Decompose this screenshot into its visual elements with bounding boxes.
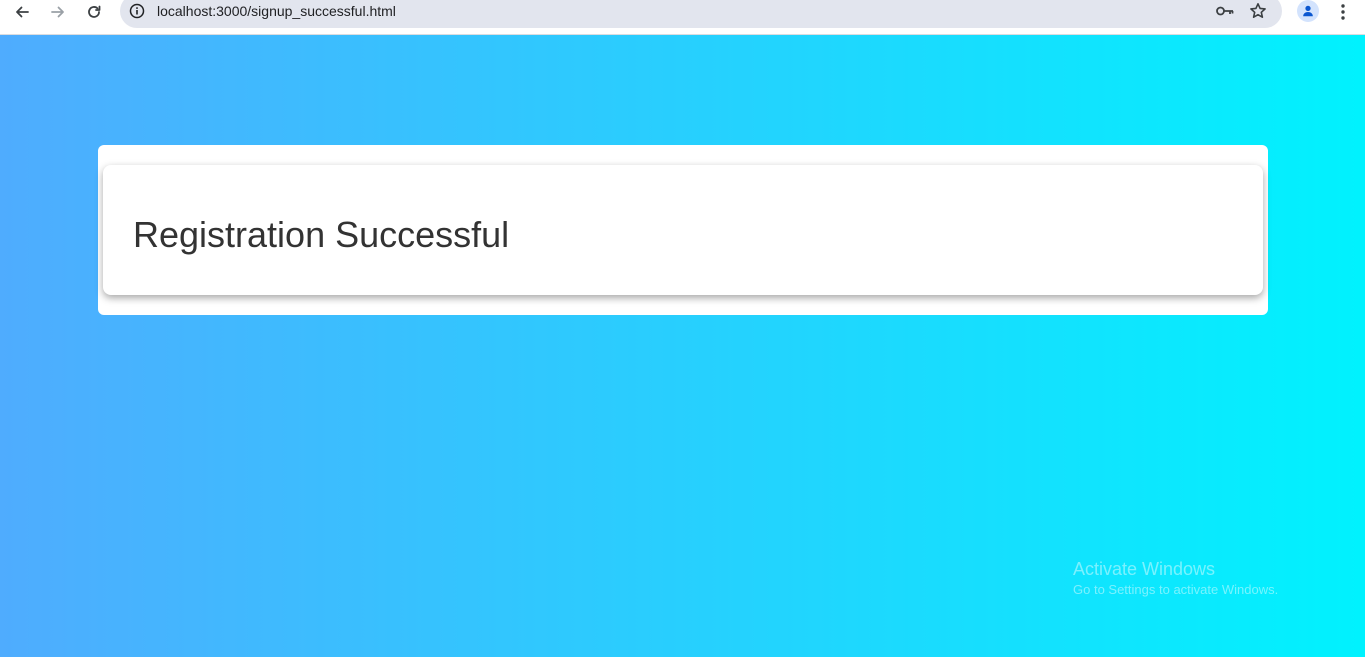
key-icon[interactable] — [1215, 3, 1235, 19]
page-title: Registration Successful — [133, 214, 510, 255]
arrow-right-icon — [51, 6, 64, 18]
windows-activation-watermark: Activate Windows Go to Settings to activ… — [1073, 558, 1278, 599]
profile-button[interactable] — [1297, 0, 1319, 22]
outer-card: Registration Successful — [98, 145, 1268, 315]
reload-button[interactable] — [79, 0, 109, 24]
url-text[interactable]: localhost:3000/signup_successful.html — [157, 3, 396, 19]
star-icon[interactable] — [1249, 2, 1267, 20]
message-card: Registration Successful — [103, 165, 1263, 295]
watermark-title: Activate Windows — [1073, 559, 1216, 579]
kebab-menu-icon[interactable] — [1336, 2, 1350, 22]
back-button[interactable] — [7, 0, 37, 24]
forward-button[interactable] — [43, 0, 73, 24]
watermark-subtitle: Go to Settings to activate Windows. — [1073, 582, 1279, 597]
person-icon — [1303, 5, 1313, 17]
info-icon[interactable] — [129, 3, 145, 19]
browser-toolbar: localhost:3000/signup_successful.html — [0, 0, 1365, 35]
address-bar[interactable]: localhost:3000/signup_successful.html — [120, 0, 1282, 28]
arrow-left-icon — [16, 6, 29, 18]
reload-icon — [88, 5, 101, 18]
